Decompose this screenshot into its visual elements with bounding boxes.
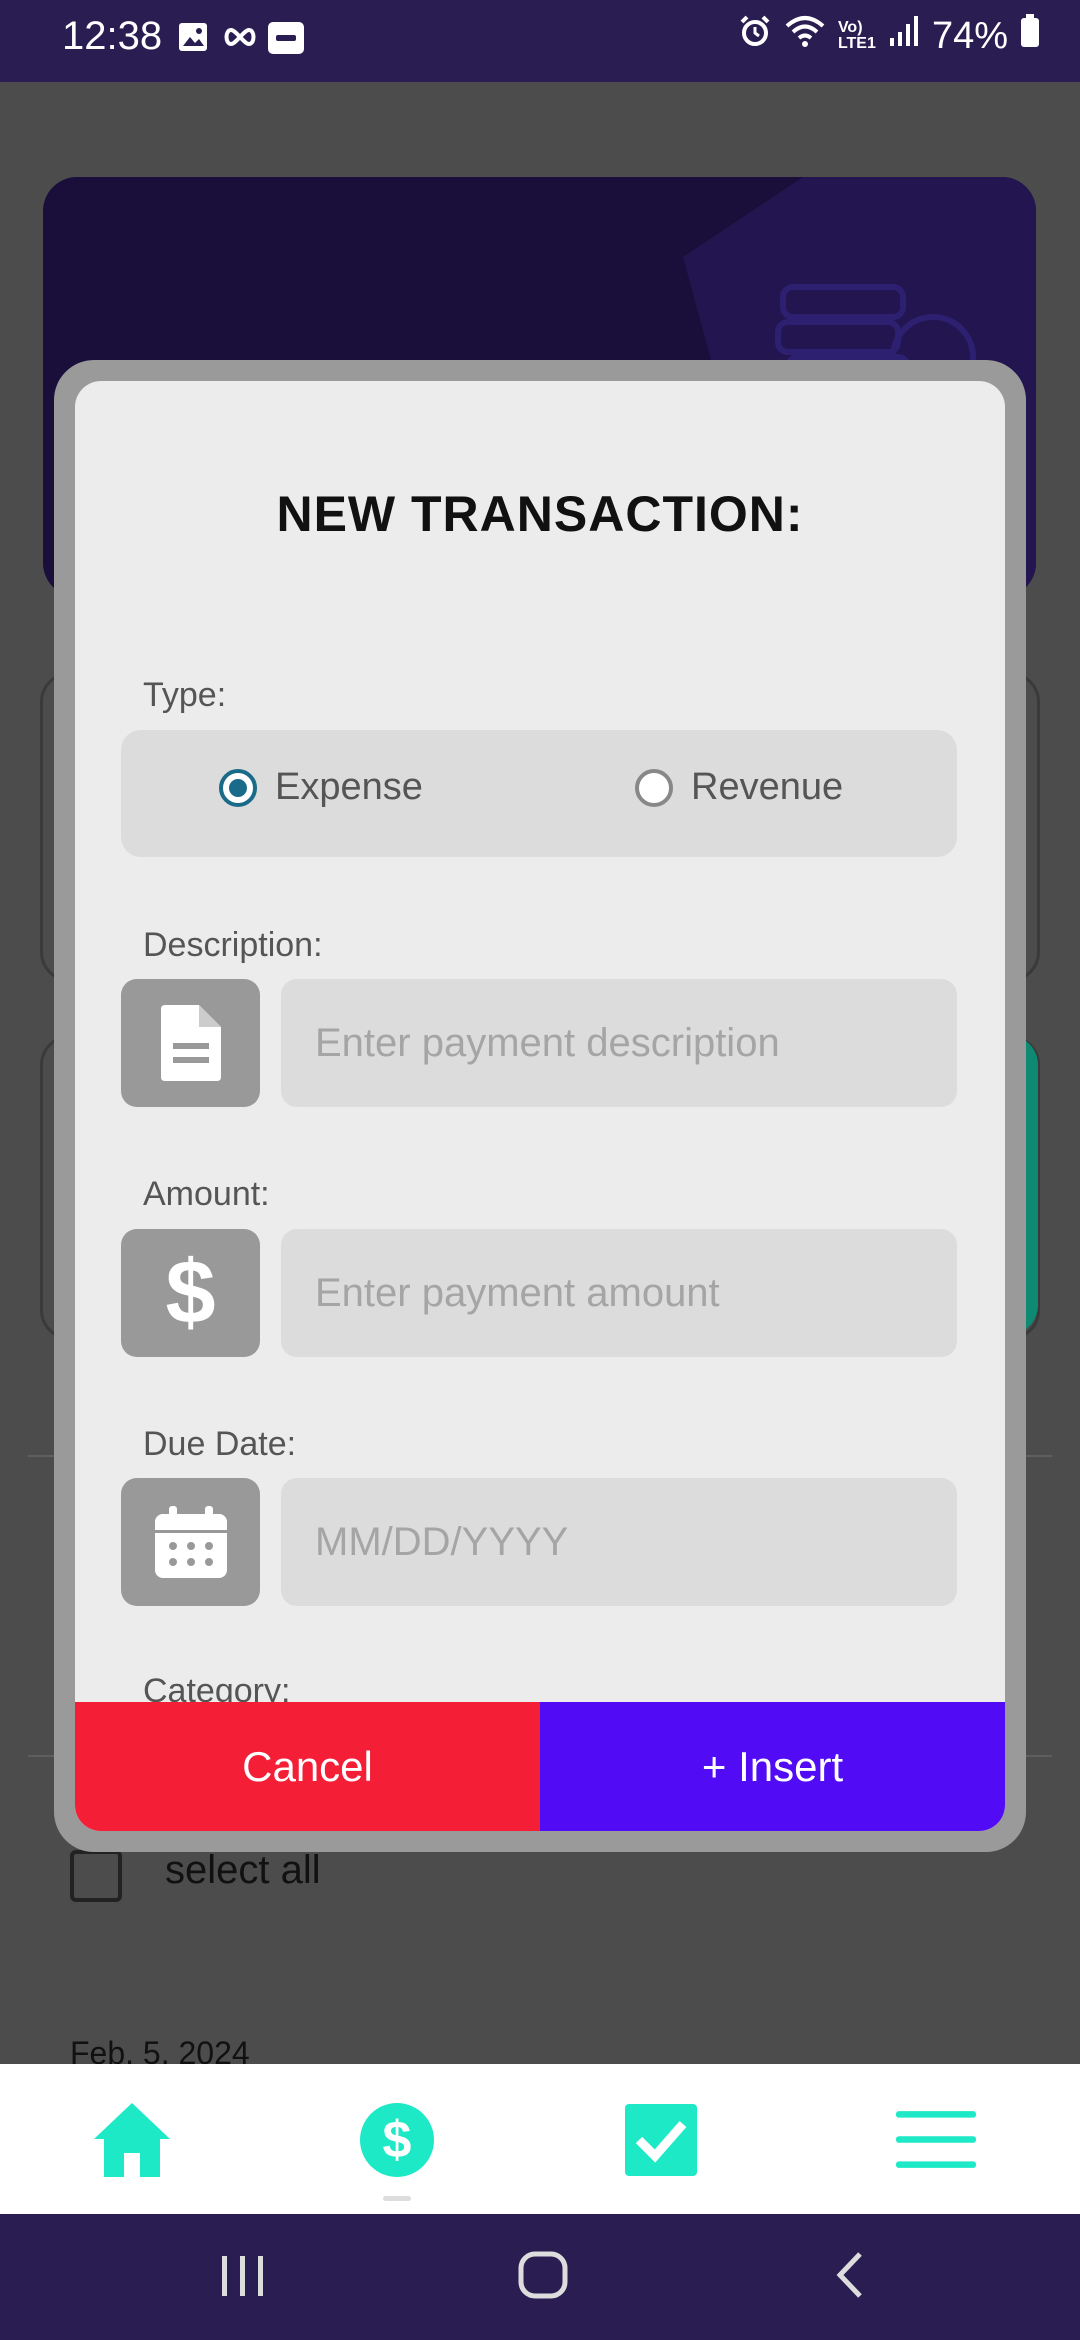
calendar-icon [121,1478,260,1606]
alarm-icon [738,14,772,58]
system-nav-bar [0,2214,1080,2340]
radio-revenue-label: Revenue [691,766,844,808]
description-label: Description: [143,926,323,964]
status-right: Vo) LTE1 74% [738,14,1040,58]
type-radio-group: Expense Revenue [121,730,957,857]
active-tab-indicator [383,2196,411,2201]
select-all-checkbox[interactable] [70,1850,122,1902]
menu-icon[interactable] [896,2100,976,2180]
wifi-icon [784,14,826,58]
signal-icon [888,14,920,58]
home-icon[interactable] [92,2100,172,2180]
amount-label: Amount: [143,1175,270,1213]
status-time: 12:38 [62,14,163,58]
dollar-icon: $ [121,1229,260,1357]
type-label: Type: [143,676,227,714]
radio-revenue[interactable]: Revenue [635,766,843,809]
battery-icon [1020,14,1040,58]
gallery-icon [178,22,208,57]
bottom-nav: $ [0,2064,1080,2214]
svg-text:$: $ [383,2111,412,2169]
description-input[interactable] [281,979,957,1107]
select-all-label: select all [165,1848,321,1892]
status-bar: 12:38 Vo) LTE1 74% [0,0,1080,82]
due-date-input-wrapper [281,1478,957,1606]
due-date-input[interactable] [281,1478,957,1606]
amount-input[interactable] [281,1229,957,1357]
radio-expense[interactable]: Expense [219,766,423,809]
dialog-title: NEW TRANSACTION: [276,486,804,542]
infinity-icon [222,22,258,57]
recent-apps-icon[interactable] [218,2250,268,2305]
document-icon [121,979,260,1107]
new-transaction-dialog: NEW TRANSACTION: Type: Expense Revenue D… [75,381,1005,1831]
radio-expense-label: Expense [275,766,423,808]
radio-revenue-indicator[interactable] [635,768,673,807]
dollar-icon[interactable]: $ [357,2100,437,2180]
insert-button[interactable]: + Insert [540,1702,1005,1831]
amount-input-wrapper [281,1229,957,1357]
back-icon[interactable] [826,2250,876,2305]
description-input-wrapper [281,979,957,1107]
cancel-button[interactable]: Cancel [75,1702,540,1831]
home-button-icon[interactable] [518,2250,568,2305]
checkbox-icon[interactable] [621,2100,701,2180]
radio-expense-indicator[interactable] [219,768,257,807]
due-date-label: Due Date: [143,1425,297,1463]
battery-percent: 74% [931,14,1008,57]
inter-app-icon [268,22,304,59]
volte-label: Vo) LTE1 [837,19,876,52]
